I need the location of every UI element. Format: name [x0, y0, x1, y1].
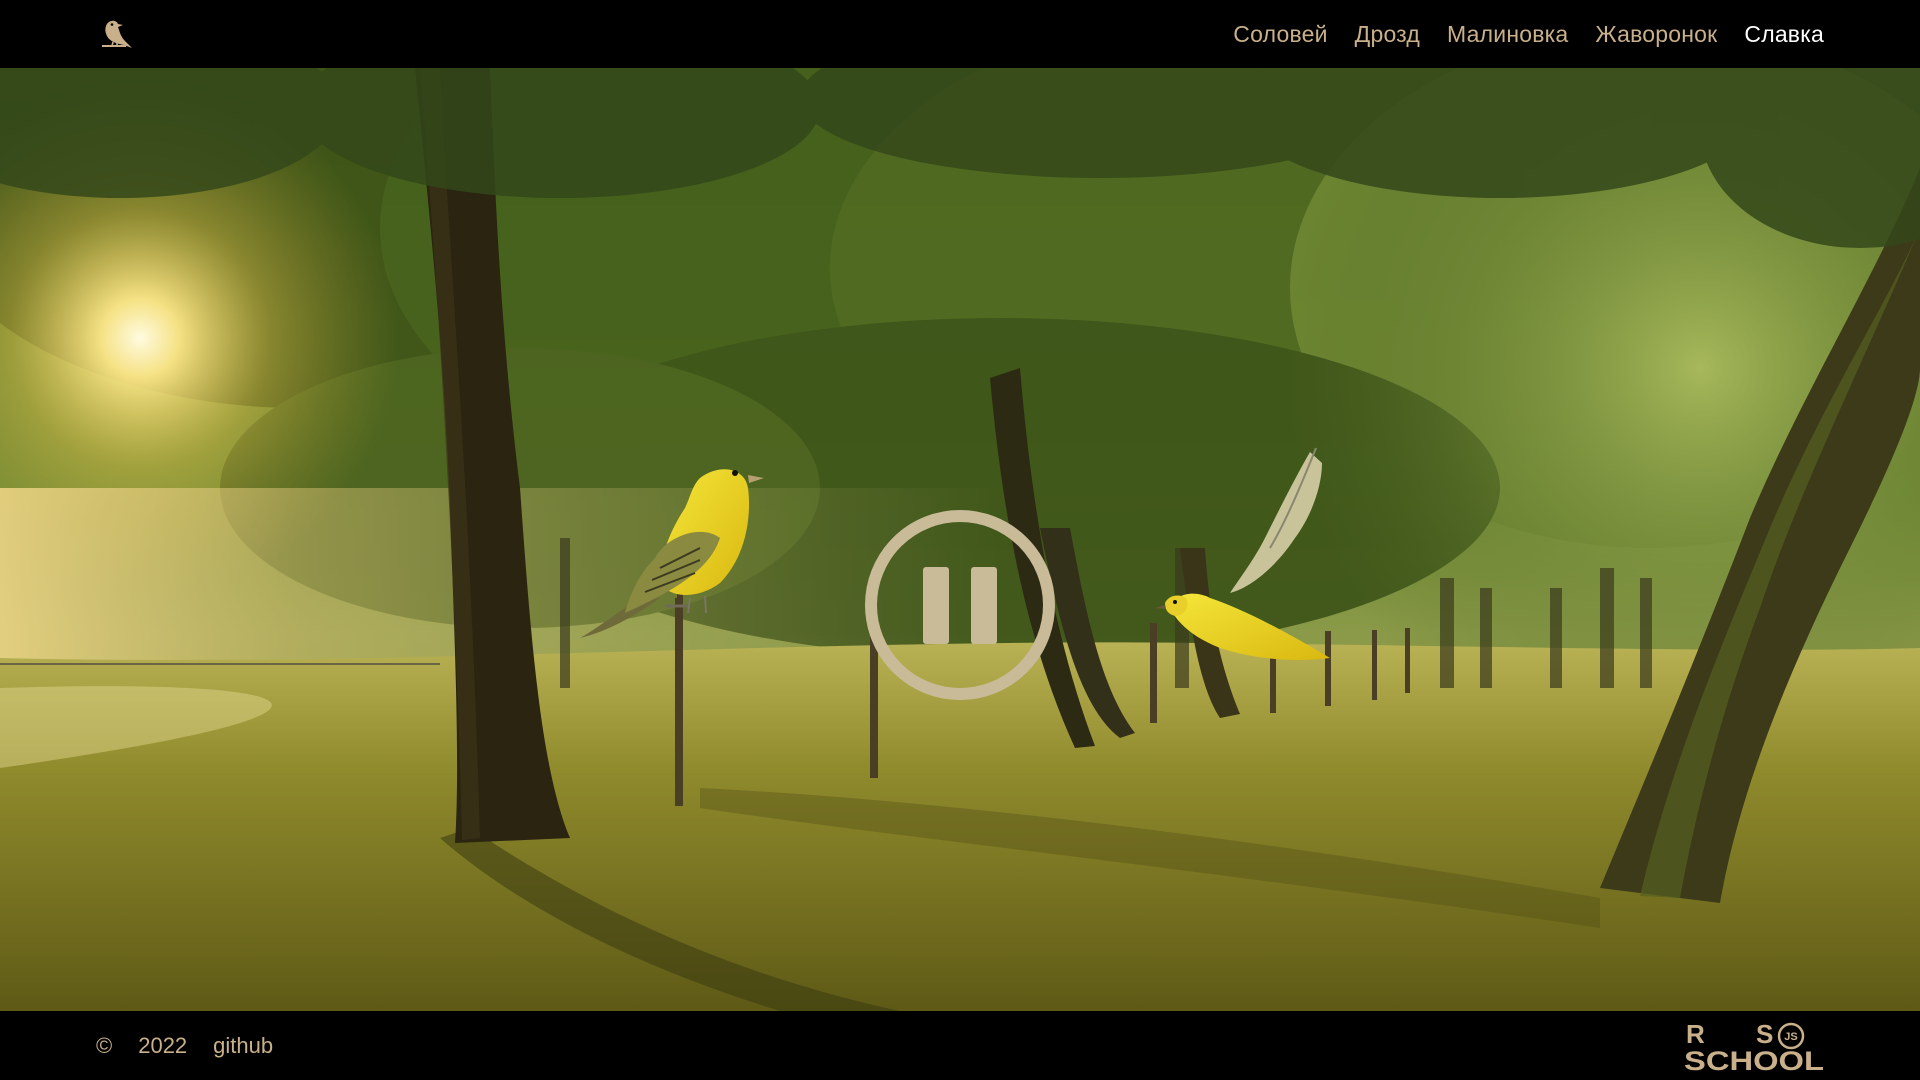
nav-item-nightingale[interactable]: Соловей: [1233, 21, 1327, 48]
github-link[interactable]: github: [213, 1033, 273, 1059]
nav-item-warbler[interactable]: Славка: [1744, 21, 1824, 48]
footer-year: 2022: [138, 1032, 188, 1058]
nav-item-robin[interactable]: Малиновка: [1447, 21, 1568, 48]
rs-logo-school: SCHOOL: [1684, 1046, 1824, 1073]
pause-button[interactable]: [864, 509, 1056, 701]
rs-logo-s: S: [1756, 1019, 1773, 1049]
copyright-symbol: ©: [96, 1032, 113, 1058]
forest-scene: [0, 68, 1920, 1011]
rs-logo-js-badge: JS: [1784, 1031, 1797, 1043]
footer: © 2022 github R S JS SCHOOL: [0, 1011, 1920, 1080]
pause-icon: [865, 510, 1055, 700]
bird-logo-icon[interactable]: [96, 16, 136, 54]
rs-logo-r: R: [1686, 1019, 1705, 1049]
footer-info: © 2022 github: [96, 1011, 273, 1080]
bird-nav: Соловей Дрозд Малиновка Жаворонок Славка: [1233, 0, 1824, 68]
rs-school-logo[interactable]: R S JS SCHOOL: [1684, 1019, 1824, 1076]
nav-item-thrush[interactable]: Дрозд: [1355, 21, 1420, 48]
page: Соловей Дрозд Малиновка Жаворонок Славка: [0, 0, 1920, 1080]
nav-item-lark[interactable]: Жаворонок: [1595, 21, 1717, 48]
header: Соловей Дрозд Малиновка Жаворонок Славка: [0, 0, 1920, 68]
